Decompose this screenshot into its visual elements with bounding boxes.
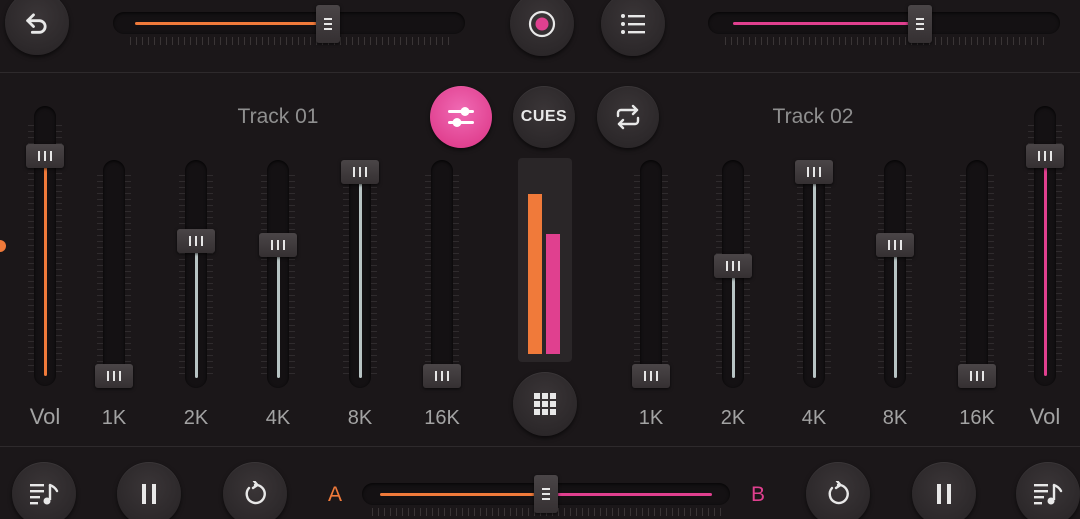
track-b-volume-fill xyxy=(1043,166,1047,376)
bottom-divider xyxy=(0,446,1080,447)
pitch-knob-b[interactable] xyxy=(908,5,932,43)
crossfader-fill-a xyxy=(380,492,546,496)
vu-bar-a xyxy=(528,194,542,354)
track-a-eq-2k-label: 2K xyxy=(183,407,209,429)
track-b-eq-16k-ticks xyxy=(960,174,994,374)
track-a-eq-4k-fill xyxy=(276,255,280,378)
replay-button-a[interactable] xyxy=(223,462,287,519)
track-a-eq-1k-knob[interactable] xyxy=(95,364,133,388)
track-b-eq-2k-label: 2K xyxy=(720,407,746,429)
track-b-title: Track 02 xyxy=(772,105,854,128)
pause-button-a[interactable] xyxy=(117,462,181,519)
track-b-eq-2k-knob[interactable] xyxy=(714,253,752,278)
back-button[interactable] xyxy=(5,0,69,55)
track-a-volume-fill xyxy=(43,166,47,376)
track-b-volume-label: Vol xyxy=(1029,404,1061,429)
track-a-eq-4k-knob[interactable] xyxy=(259,233,297,258)
track-a-title: Track 01 xyxy=(237,105,319,128)
crossfader-label-a: A xyxy=(327,483,342,506)
record-button[interactable] xyxy=(510,0,574,56)
track-a-eq-8k-label: 8K xyxy=(347,407,373,429)
list-icon xyxy=(621,14,645,34)
vu-bar-b xyxy=(546,233,560,354)
deck-a-indicator-dot xyxy=(0,240,6,252)
music-library-button-a[interactable] xyxy=(12,462,76,519)
pause-icon xyxy=(142,484,156,504)
track-b-eq-16k-knob[interactable] xyxy=(958,364,996,388)
music-library-button-b[interactable] xyxy=(1016,462,1080,519)
pitch-knob-a[interactable] xyxy=(315,5,340,43)
track-a-eq-16k-label: 16K xyxy=(424,407,460,429)
record-icon xyxy=(528,10,556,38)
equalizer-sliders-icon xyxy=(448,107,474,127)
pitch-fill-a xyxy=(135,21,328,25)
track-b-eq-4k-knob[interactable] xyxy=(795,160,833,184)
track-a-eq-16k-knob[interactable] xyxy=(423,364,461,388)
track-b-eq-1k-label: 1K xyxy=(638,407,664,429)
pitch-fill-b xyxy=(733,21,920,25)
track-a-volume-label: Vol xyxy=(29,404,61,429)
track-a-eq-16k-ticks xyxy=(425,174,459,374)
track-a-eq-2k-fill xyxy=(194,251,198,378)
track-a-eq-1k-ticks xyxy=(97,174,131,374)
equalizer-button[interactable] xyxy=(430,86,492,148)
swap-arrows-icon xyxy=(616,104,640,130)
track-b-eq-1k-ticks xyxy=(634,174,668,374)
back-arrow-icon xyxy=(26,13,47,34)
cues-label: CUES xyxy=(520,108,568,125)
grid-button[interactable] xyxy=(513,372,577,436)
replay-icon xyxy=(828,481,849,505)
track-b-eq-16k-label: 16K xyxy=(959,407,995,429)
track-a-volume-knob[interactable] xyxy=(26,144,64,169)
track-a-eq-4k-label: 4K xyxy=(265,407,291,429)
track-a-eq-8k-knob[interactable] xyxy=(341,160,379,184)
track-b-eq-8k-fill xyxy=(893,255,897,378)
music-playlist-icon xyxy=(1034,483,1063,505)
track-a-eq-8k-fill xyxy=(358,182,362,378)
track-b-eq-4k-label: 4K xyxy=(801,407,827,429)
playlist-button[interactable] xyxy=(601,0,665,56)
track-b-eq-1k-knob[interactable] xyxy=(632,364,670,388)
track-b-eq-4k-fill xyxy=(812,182,816,378)
top-divider xyxy=(0,72,1080,73)
replay-button-b[interactable] xyxy=(806,462,870,519)
pause-button-b[interactable] xyxy=(912,462,976,519)
track-b-eq-2k-fill xyxy=(731,275,735,378)
track-a-eq-2k-knob[interactable] xyxy=(177,229,215,254)
crossfader-fill-b xyxy=(546,492,712,496)
crossfader-label-b: B xyxy=(750,483,765,506)
track-b-volume-knob[interactable] xyxy=(1026,144,1064,169)
track-a-eq-1k-label: 1K xyxy=(101,407,127,429)
music-playlist-icon xyxy=(30,483,59,505)
grid-icon xyxy=(534,393,556,415)
track-b-eq-8k-knob[interactable] xyxy=(876,233,914,258)
pause-icon xyxy=(937,484,951,504)
replay-icon xyxy=(245,481,266,505)
swap-decks-button[interactable] xyxy=(597,86,659,148)
cues-button[interactable]: CUES xyxy=(513,86,575,148)
crossfader-knob[interactable] xyxy=(534,475,558,513)
track-b-eq-8k-label: 8K xyxy=(882,407,908,429)
vu-meter xyxy=(518,158,572,362)
